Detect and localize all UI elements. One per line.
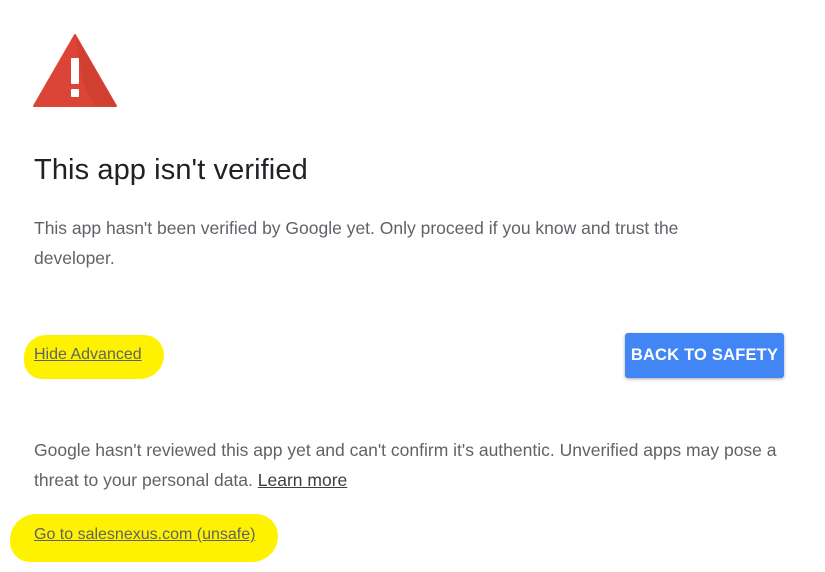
advanced-details-text: Google hasn't reviewed this app yet and …: [34, 435, 794, 495]
warning-description: This app hasn't been verified by Google …: [34, 218, 679, 268]
back-to-safety-button[interactable]: BACK TO SAFETY: [625, 333, 784, 378]
hide-advanced-link[interactable]: Hide Advanced: [34, 346, 142, 364]
page-title: This app isn't verified: [34, 154, 308, 186]
warning-triangle-icon: [33, 33, 117, 107]
proceed-unsafe-link[interactable]: Go to salesnexus.com (unsafe): [34, 526, 255, 544]
details-text: Google hasn't reviewed this app yet and …: [34, 440, 777, 490]
learn-more-link[interactable]: Learn more: [258, 470, 348, 490]
